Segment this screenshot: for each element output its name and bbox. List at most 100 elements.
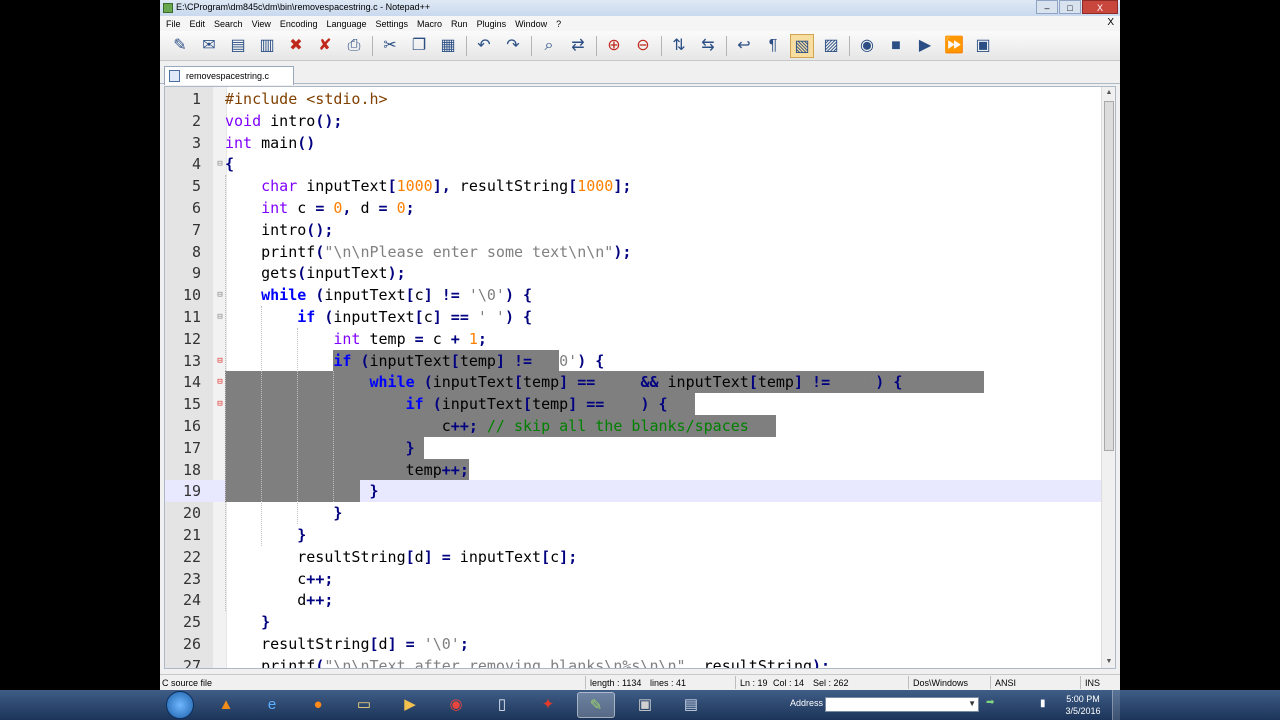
code-line[interactable]: 13 ⊟ if (inputText[temp] != '\0') { [165, 349, 1103, 372]
save-all-icon[interactable]: ▥ [255, 34, 279, 58]
code-line[interactable]: 22 resultString[d] = inputText[c]; [165, 546, 1103, 568]
menu-help[interactable]: ? [556, 19, 561, 29]
scroll-down-icon[interactable]: ▼ [1102, 656, 1115, 668]
close-all-icon[interactable]: ✘ [313, 34, 337, 58]
code-line[interactable]: 21 } [165, 524, 1103, 546]
find-icon[interactable]: ⌕ [537, 34, 561, 58]
code-line[interactable]: 18 temp++; [165, 458, 1103, 481]
word-wrap-icon[interactable]: ↩ [732, 34, 756, 58]
command-prompt-icon[interactable]: ▣ [626, 692, 664, 718]
code-editor[interactable]: 1 #include <stdio.h> 2 void intro(); 3 int ma… [164, 86, 1116, 669]
code-line[interactable]: 20 } [165, 502, 1103, 524]
show-desktop-button[interactable] [1112, 690, 1120, 720]
line-number: 19 [182, 482, 201, 501]
save-macro-icon[interactable]: ▣ [971, 34, 995, 58]
code-line[interactable]: 10 ⊟ while (inputText[c] != '\0') { [165, 284, 1103, 306]
go-arrow-icon[interactable]: ➡ [986, 697, 994, 708]
code-line[interactable]: 1 #include <stdio.h> [165, 88, 1103, 110]
start-button[interactable] [166, 691, 194, 719]
play-macro-icon[interactable]: ▶ [913, 34, 937, 58]
document-map-icon[interactable]: ▨ [819, 34, 843, 58]
chevron-down-icon[interactable]: ▼ [968, 699, 976, 708]
print-icon[interactable]: ⎙ [342, 34, 366, 58]
code-line[interactable]: 25 } [165, 611, 1103, 633]
minimize-button[interactable]: – [1036, 0, 1058, 14]
chrome-icon[interactable]: ◉ [437, 692, 475, 718]
undo-icon[interactable]: ↶ [472, 34, 496, 58]
vlc-icon[interactable]: ▲ [207, 692, 245, 718]
network-icon[interactable]: ▮ [1040, 698, 1046, 709]
system-clock[interactable]: 5:00 PM 3/5/2016 [1060, 693, 1106, 717]
tab-removespacestring[interactable]: removespacestring.c [164, 66, 294, 85]
scroll-up-icon[interactable]: ▲ [1102, 87, 1115, 99]
menu-file[interactable]: File [166, 19, 181, 29]
close-icon[interactable]: ✖ [284, 34, 308, 58]
code-line[interactable]: 24 d++; [165, 589, 1103, 611]
code-line[interactable]: 5 char inputText[1000], resultString[100… [165, 175, 1103, 197]
cut-icon[interactable]: ✂ [378, 34, 402, 58]
media-player-icon[interactable]: ▶ [391, 692, 429, 718]
replace-icon[interactable]: ⇄ [566, 34, 590, 58]
firefox-icon[interactable]: ● [299, 692, 337, 718]
code-line[interactable]: 15 ⊟ if (inputText[temp] == ' ') { [165, 393, 1103, 416]
code-line[interactable]: 3 int main() [165, 132, 1103, 154]
zoom-in-icon[interactable]: ⊕ [602, 34, 626, 58]
menu-macro[interactable]: Macro [417, 19, 442, 29]
code-line[interactable]: 4 ⊟{ [165, 153, 1103, 175]
indent-guide-icon[interactable]: ▧ [790, 34, 814, 58]
code-area[interactable]: 1 #include <stdio.h> 2 void intro(); 3 int ma… [165, 87, 1103, 668]
vertical-scrollbar[interactable]: ▲ ▼ [1101, 87, 1115, 668]
redo-icon[interactable]: ↷ [501, 34, 525, 58]
menu-encoding[interactable]: Encoding [280, 19, 318, 29]
sync-horizontal-icon[interactable]: ⇆ [696, 34, 720, 58]
internet-explorer-icon[interactable]: e [253, 692, 291, 718]
copy-icon[interactable]: ❐ [407, 34, 431, 58]
line-number: 1 [191, 90, 201, 108]
paste-icon[interactable]: ▦ [436, 34, 460, 58]
menu-search[interactable]: Search [214, 19, 243, 29]
close-document-button[interactable]: X [1107, 17, 1114, 28]
notepad-plus-plus-taskbar-icon[interactable]: ✎ [577, 692, 615, 718]
code-line[interactable]: 12 int temp = c + 1; [165, 328, 1103, 350]
code-line[interactable]: 11 ⊟ if (inputText[c] == ' ') { [165, 306, 1103, 328]
tab-bar: removespacestring.c [160, 62, 1120, 85]
indent-guide [225, 175, 226, 612]
code-line[interactable]: 23 c++; [165, 568, 1103, 590]
menu-view[interactable]: View [252, 19, 271, 29]
address-input[interactable]: ▼ [825, 697, 979, 712]
status-selection: Sel : 262 [813, 678, 849, 688]
sync-vertical-icon[interactable]: ⇅ [667, 34, 691, 58]
code-line[interactable]: 27 printf("\n\nText after removing blank… [165, 655, 1103, 668]
menu-window[interactable]: Window [515, 19, 547, 29]
zoom-out-icon[interactable]: ⊖ [631, 34, 655, 58]
red-app-icon[interactable]: ✦ [529, 692, 567, 718]
menu-settings[interactable]: Settings [376, 19, 409, 29]
menu-run[interactable]: Run [451, 19, 468, 29]
record-macro-icon[interactable]: ◉ [855, 34, 879, 58]
maximize-button[interactable]: □ [1059, 0, 1081, 14]
scrollbar-thumb[interactable] [1104, 101, 1114, 451]
menu-plugins[interactable]: Plugins [477, 19, 507, 29]
code-line[interactable]: 19 } [165, 480, 1103, 503]
code-line[interactable]: 26 resultString[d] = '\0'; [165, 633, 1103, 655]
close-button[interactable]: X [1082, 0, 1118, 14]
code-line[interactable]: 17 } [165, 436, 1103, 459]
file-explorer-icon[interactable]: ▭ [345, 692, 383, 718]
open-file-icon[interactable]: ✉ [197, 34, 221, 58]
run-macro-multiple-icon[interactable]: ⏩ [942, 34, 966, 58]
menu-edit[interactable]: Edit [190, 19, 206, 29]
code-line[interactable]: 2 void intro(); [165, 110, 1103, 132]
code-line[interactable]: 16 c++; // skip all the blanks/spaces [165, 415, 1103, 437]
code-line[interactable]: 6 int c = 0, d = 0; [165, 197, 1103, 219]
code-line[interactable]: 9 gets(inputText); [165, 262, 1103, 284]
code-line[interactable]: 8 printf("\n\nPlease enter some text\n\n… [165, 241, 1103, 263]
code-line[interactable]: 7 intro(); [165, 219, 1103, 241]
document-icon[interactable]: ▯ [483, 692, 521, 718]
save-icon[interactable]: ▤ [226, 34, 250, 58]
show-all-chars-icon[interactable]: ¶ [761, 34, 785, 58]
new-file-icon[interactable]: ✎ [168, 34, 192, 58]
code-line[interactable]: 14 ⊟ while (inputText[temp] == ' ' && inp… [165, 371, 1103, 394]
stop-macro-icon[interactable]: ■ [884, 34, 908, 58]
menu-language[interactable]: Language [326, 19, 366, 29]
floppy-save-icon[interactable]: ▤ [672, 692, 710, 718]
